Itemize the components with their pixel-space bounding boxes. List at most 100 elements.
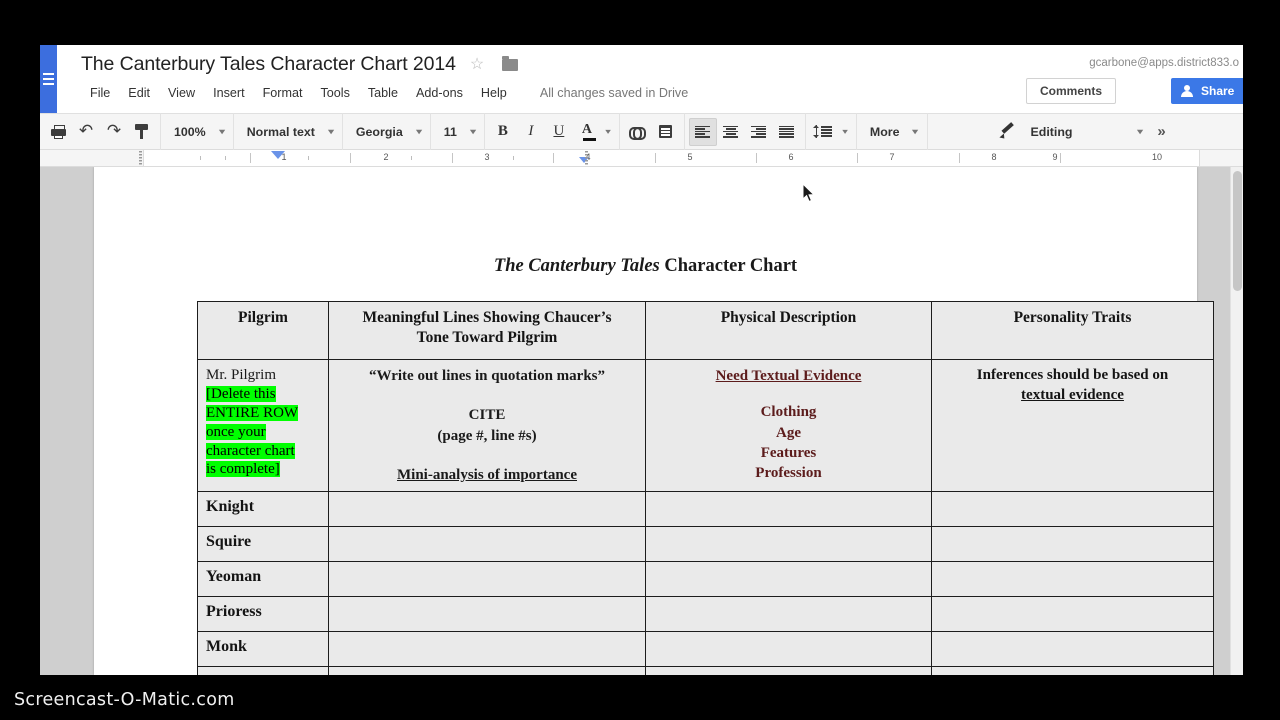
cell-meaningful-lines[interactable] bbox=[328, 491, 646, 527]
align-justify-button[interactable] bbox=[773, 118, 801, 146]
menu-item-format[interactable]: Format bbox=[254, 83, 312, 103]
cell-personality-traits[interactable] bbox=[931, 491, 1214, 527]
font-family-dropdown[interactable]: Georgia ▾ bbox=[347, 118, 426, 146]
insert-link-button[interactable] bbox=[624, 118, 652, 146]
align-left-button[interactable] bbox=[688, 117, 717, 146]
ruler-number-2: 2 bbox=[383, 152, 389, 162]
document-page[interactable]: The Canterbury Tales Character Chart Pil… bbox=[94, 167, 1214, 675]
insert-comment-button[interactable] bbox=[652, 118, 680, 146]
scrollbar-thumb[interactable] bbox=[1233, 171, 1242, 291]
cell-meaningful-lines[interactable] bbox=[328, 631, 646, 667]
cell-meaningful-lines-selected[interactable] bbox=[328, 526, 646, 562]
text-color-dropdown[interactable]: ▾ bbox=[601, 118, 615, 146]
document-heading: The Canterbury Tales Character Chart bbox=[94, 256, 1197, 277]
print-button[interactable] bbox=[44, 118, 72, 146]
cell-example-pilgrim[interactable]: Mr. Pilgrim [Delete this ENTIRE ROW once… bbox=[197, 359, 329, 492]
folder-icon[interactable] bbox=[502, 55, 519, 71]
font-family-value: Georgia bbox=[355, 124, 403, 139]
menu-item-insert[interactable]: Insert bbox=[204, 83, 254, 103]
table-header-row: Pilgrim Meaningful Lines Showing Chaucer… bbox=[197, 301, 1214, 360]
cell-personality-traits[interactable] bbox=[931, 666, 1214, 675]
line-spacing-dropdown[interactable]: ▾ bbox=[838, 118, 852, 146]
menu-item-tools[interactable]: Tools bbox=[311, 83, 358, 103]
document-title[interactable]: The Canterbury Tales Character Chart 201… bbox=[81, 53, 456, 76]
cell-pilgrim-name[interactable]: Friar bbox=[197, 666, 329, 675]
ruler-number-7: 7 bbox=[889, 152, 895, 162]
cell-example-physical-description[interactable]: Need Textual Evidence Clothing Age Featu… bbox=[645, 359, 932, 492]
cell-physical-description[interactable] bbox=[645, 561, 932, 597]
editing-mode-button[interactable] bbox=[994, 118, 1022, 146]
cell-physical-description[interactable] bbox=[645, 526, 932, 562]
docs-home-rail[interactable] bbox=[40, 45, 57, 113]
menu-item-view[interactable]: View bbox=[159, 83, 204, 103]
character-chart-table[interactable]: Pilgrim Meaningful Lines Showing Chaucer… bbox=[197, 301, 1214, 675]
redo-button[interactable]: ↷ bbox=[100, 118, 128, 146]
cell-pilgrim-name[interactable]: Squire bbox=[197, 526, 329, 562]
column-header-pilgrim[interactable]: Pilgrim bbox=[197, 301, 329, 360]
paint-format-icon bbox=[135, 124, 149, 139]
example-physical-description-text: Need Textual Evidence Clothing Age Featu… bbox=[654, 366, 923, 483]
cell-physical-description[interactable] bbox=[645, 596, 932, 632]
hide-menus-button[interactable]: » bbox=[1148, 118, 1176, 146]
cell-personality-traits[interactable] bbox=[931, 561, 1214, 597]
align-right-button[interactable] bbox=[745, 118, 773, 146]
link-icon bbox=[629, 127, 647, 140]
horizontal-ruler[interactable]: 1 2 3 4 5 6 7 8 9 10 bbox=[40, 150, 1243, 167]
zoom-dropdown[interactable]: 100% ▾ bbox=[165, 118, 229, 146]
share-button[interactable]: Share bbox=[1171, 78, 1243, 104]
menu-item-help[interactable]: Help bbox=[472, 83, 516, 103]
cell-personality-traits[interactable] bbox=[931, 631, 1214, 667]
cell-example-meaningful-lines[interactable]: “Write out lines in quotation marks” CIT… bbox=[328, 359, 646, 492]
editing-mode-dropdown[interactable]: Editing ▾ bbox=[1022, 118, 1148, 146]
toolbar-group-file-actions: ↶ ↷ bbox=[40, 113, 161, 150]
toolbar-group-font-size: 11 ▾ bbox=[431, 113, 485, 150]
column-header-meaningful-lines[interactable]: Meaningful Lines Showing Chaucer’s Tone … bbox=[328, 301, 646, 360]
column-header-personality-traits[interactable]: Personality Traits bbox=[931, 301, 1214, 360]
menu-item-edit[interactable]: Edit bbox=[119, 83, 159, 103]
cell-pilgrim-name[interactable]: Yeoman bbox=[197, 561, 329, 597]
first-line-indent-marker[interactable] bbox=[271, 151, 285, 159]
column-header-physical-description[interactable]: Physical Description bbox=[645, 301, 932, 360]
comments-button[interactable]: Comments bbox=[1025, 78, 1116, 104]
left-margin-grip[interactable] bbox=[139, 151, 142, 165]
underline-button[interactable]: U bbox=[545, 118, 573, 146]
cell-physical-description[interactable] bbox=[645, 631, 932, 667]
redo-icon: ↷ bbox=[106, 121, 122, 141]
text-color-icon: A bbox=[582, 122, 596, 142]
cell-personality-traits[interactable] bbox=[931, 526, 1214, 562]
cell-meaningful-lines[interactable] bbox=[328, 666, 646, 675]
hamburger-icon-line-1 bbox=[43, 73, 54, 75]
italic-button[interactable]: I bbox=[517, 118, 545, 146]
table-row-example: Mr. Pilgrim [Delete this ENTIRE ROW once… bbox=[197, 359, 1214, 492]
text-color-button[interactable]: A bbox=[573, 118, 601, 146]
zoom-value: 100% bbox=[174, 124, 206, 139]
star-icon[interactable]: ☆ bbox=[470, 56, 484, 73]
toolbar-group-line-spacing: ▾ bbox=[806, 113, 857, 150]
cell-pilgrim-name[interactable]: Knight bbox=[197, 491, 329, 527]
document-canvas[interactable]: The Canterbury Tales Character Chart Pil… bbox=[40, 167, 1243, 675]
cell-pilgrim-name[interactable]: Monk bbox=[197, 631, 329, 667]
paragraph-style-dropdown[interactable]: Normal text ▾ bbox=[238, 118, 338, 146]
menu-item-add-ons[interactable]: Add-ons bbox=[407, 83, 472, 103]
cell-pilgrim-name[interactable]: Prioress bbox=[197, 596, 329, 632]
align-justify-icon bbox=[779, 125, 795, 138]
cell-meaningful-lines[interactable] bbox=[328, 596, 646, 632]
vertical-scrollbar[interactable] bbox=[1230, 167, 1243, 675]
toolbar-group-zoom: 100% ▾ bbox=[161, 113, 234, 150]
line-spacing-button[interactable] bbox=[810, 118, 838, 146]
more-button[interactable]: More ▾ bbox=[861, 118, 923, 146]
menu-item-file[interactable]: File bbox=[81, 83, 119, 103]
bold-button[interactable]: B bbox=[489, 118, 517, 146]
paint-format-button[interactable] bbox=[128, 118, 156, 146]
font-size-dropdown[interactable]: 11 ▾ bbox=[435, 118, 480, 146]
menu-item-table[interactable]: Table bbox=[359, 83, 407, 103]
cell-physical-description[interactable] bbox=[645, 666, 932, 675]
cell-physical-description[interactable] bbox=[645, 491, 932, 527]
cell-example-personality-traits[interactable]: Inferences should be based on textual ev… bbox=[931, 359, 1214, 492]
right-margin-grip[interactable] bbox=[585, 151, 588, 165]
underline-icon: U bbox=[553, 123, 565, 139]
undo-button[interactable]: ↶ bbox=[72, 118, 100, 146]
align-center-button[interactable] bbox=[717, 118, 745, 146]
cell-personality-traits[interactable] bbox=[931, 596, 1214, 632]
cell-meaningful-lines[interactable] bbox=[328, 561, 646, 597]
